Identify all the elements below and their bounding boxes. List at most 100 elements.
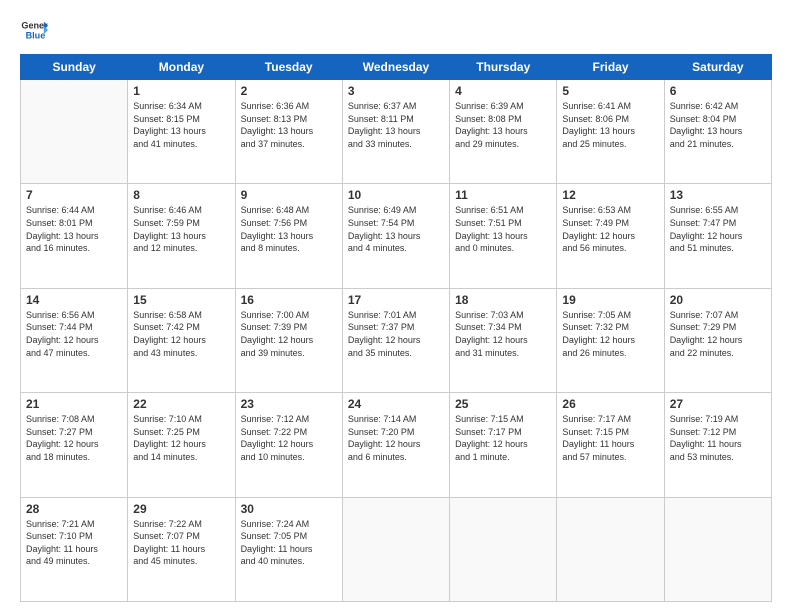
header: General Blue (20, 16, 772, 44)
day-number: 9 (241, 188, 337, 202)
day-info: Sunrise: 6:42 AM Sunset: 8:04 PM Dayligh… (670, 100, 766, 150)
calendar-cell: 6 Sunrise: 6:42 AM Sunset: 8:04 PM Daylig… (664, 80, 771, 184)
day-number: 1 (133, 84, 229, 98)
weekday-header: Wednesday (342, 55, 449, 80)
weekday-header: Monday (128, 55, 235, 80)
calendar-cell: 10 Sunrise: 6:49 AM Sunset: 7:54 PM Dayli… (342, 184, 449, 288)
calendar-cell: 20Sunrise: 7:07 AM Sunset: 7:29 PM Dayli… (664, 288, 771, 392)
calendar-cell: 24 Sunrise: 7:14 AM Sunset: 7:20 PM Dayli… (342, 393, 449, 497)
calendar-cell: 8 Sunrise: 6:46 AM Sunset: 7:59 PM Daylig… (128, 184, 235, 288)
day-info: Sunrise: 7:08 AM Sunset: 7:27 PM Dayligh… (26, 413, 122, 463)
day-info: Sunrise: 7:14 AM Sunset: 7:20 PM Dayligh… (348, 413, 444, 463)
day-info: Sunrise: 6:51 AM Sunset: 7:51 PM Dayligh… (455, 204, 551, 254)
calendar-cell: 2Sunrise: 6:36 AM Sunset: 8:13 PM Daylig… (235, 80, 342, 184)
calendar-week-row: 14 Sunrise: 6:56 AM Sunset: 7:44 PM Dayli… (21, 288, 772, 392)
day-info: Sunrise: 7:10 AM Sunset: 7:25 PM Dayligh… (133, 413, 229, 463)
calendar-cell: 29 Sunrise: 7:22 AM Sunset: 7:07 PM Dayli… (128, 497, 235, 601)
calendar-cell: 4 Sunrise: 6:39 AM Sunset: 8:08 PM Daylig… (450, 80, 557, 184)
day-info: Sunrise: 6:56 AM Sunset: 7:44 PM Dayligh… (26, 309, 122, 359)
day-number: 27 (670, 397, 766, 411)
calendar-cell: 26 Sunrise: 7:17 AM Sunset: 7:15 PM Dayli… (557, 393, 664, 497)
day-info: Sunrise: 6:37 AM Sunset: 8:11 PM Dayligh… (348, 100, 444, 150)
day-info: Sunrise: 6:48 AM Sunset: 7:56 PM Dayligh… (241, 204, 337, 254)
day-number: 18 (455, 293, 551, 307)
day-number: 2 (241, 84, 337, 98)
day-number: 13 (670, 188, 766, 202)
day-info: Sunrise: 6:53 AM Sunset: 7:49 PM Dayligh… (562, 204, 658, 254)
calendar-cell: 21 Sunrise: 7:08 AM Sunset: 7:27 PM Dayli… (21, 393, 128, 497)
day-info: Sunrise: 7:00 AM Sunset: 7:39 PM Dayligh… (241, 309, 337, 359)
day-info: Sunrise: 7:05 AM Sunset: 7:32 PM Dayligh… (562, 309, 658, 359)
weekday-header: Saturday (664, 55, 771, 80)
day-info: Sunrise: 6:41 AM Sunset: 8:06 PM Dayligh… (562, 100, 658, 150)
day-number: 22 (133, 397, 229, 411)
weekday-header: Friday (557, 55, 664, 80)
calendar-week-row: 21 Sunrise: 7:08 AM Sunset: 7:27 PM Dayli… (21, 393, 772, 497)
day-number: 20 (670, 293, 766, 307)
day-info: Sunrise: 7:21 AM Sunset: 7:10 PM Dayligh… (26, 518, 122, 568)
day-number: 4 (455, 84, 551, 98)
day-number: 11 (455, 188, 551, 202)
calendar-cell: 3 Sunrise: 6:37 AM Sunset: 8:11 PM Daylig… (342, 80, 449, 184)
day-info: Sunrise: 7:01 AM Sunset: 7:37 PM Dayligh… (348, 309, 444, 359)
calendar-cell: 15 Sunrise: 6:58 AM Sunset: 7:42 PM Dayli… (128, 288, 235, 392)
calendar-cell: 17 Sunrise: 7:01 AM Sunset: 7:37 PM Dayli… (342, 288, 449, 392)
calendar-cell: 5 Sunrise: 6:41 AM Sunset: 8:06 PM Daylig… (557, 80, 664, 184)
page: General Blue SundayMondayTuesdayWednesda… (0, 0, 792, 612)
day-number: 10 (348, 188, 444, 202)
weekday-header-row: SundayMondayTuesdayWednesdayThursdayFrid… (21, 55, 772, 80)
day-info: Sunrise: 6:39 AM Sunset: 8:08 PM Dayligh… (455, 100, 551, 150)
day-number: 24 (348, 397, 444, 411)
day-number: 5 (562, 84, 658, 98)
day-number: 12 (562, 188, 658, 202)
day-number: 30 (241, 502, 337, 516)
calendar-cell: 1 Sunrise: 6:34 AM Sunset: 8:15 PM Daylig… (128, 80, 235, 184)
weekday-header: Sunday (21, 55, 128, 80)
calendar-cell (557, 497, 664, 601)
weekday-header: Tuesday (235, 55, 342, 80)
calendar-week-row: 28 Sunrise: 7:21 AM Sunset: 7:10 PM Dayli… (21, 497, 772, 601)
calendar-cell: 9 Sunrise: 6:48 AM Sunset: 7:56 PM Daylig… (235, 184, 342, 288)
day-info: Sunrise: 7:22 AM Sunset: 7:07 PM Dayligh… (133, 518, 229, 568)
calendar-table: SundayMondayTuesdayWednesdayThursdayFrid… (20, 54, 772, 602)
day-number: 15 (133, 293, 229, 307)
day-number: 3 (348, 84, 444, 98)
day-info: Sunrise: 6:46 AM Sunset: 7:59 PM Dayligh… (133, 204, 229, 254)
day-number: 19 (562, 293, 658, 307)
calendar-cell: 23 Sunrise: 7:12 AM Sunset: 7:22 PM Dayli… (235, 393, 342, 497)
day-info: Sunrise: 7:12 AM Sunset: 7:22 PM Dayligh… (241, 413, 337, 463)
day-info: Sunrise: 6:55 AM Sunset: 7:47 PM Dayligh… (670, 204, 766, 254)
day-number: 28 (26, 502, 122, 516)
day-info: Sunrise: 6:58 AM Sunset: 7:42 PM Dayligh… (133, 309, 229, 359)
calendar-cell: 25Sunrise: 7:15 AM Sunset: 7:17 PM Dayli… (450, 393, 557, 497)
day-number: 23 (241, 397, 337, 411)
day-number: 17 (348, 293, 444, 307)
day-number: 21 (26, 397, 122, 411)
calendar-cell (664, 497, 771, 601)
day-info: Sunrise: 6:49 AM Sunset: 7:54 PM Dayligh… (348, 204, 444, 254)
calendar-week-row: 7Sunrise: 6:44 AM Sunset: 8:01 PM Daylig… (21, 184, 772, 288)
day-number: 14 (26, 293, 122, 307)
day-number: 8 (133, 188, 229, 202)
day-info: Sunrise: 6:34 AM Sunset: 8:15 PM Dayligh… (133, 100, 229, 150)
day-info: Sunrise: 7:03 AM Sunset: 7:34 PM Dayligh… (455, 309, 551, 359)
calendar-cell: 7Sunrise: 6:44 AM Sunset: 8:01 PM Daylig… (21, 184, 128, 288)
day-info: Sunrise: 7:15 AM Sunset: 7:17 PM Dayligh… (455, 413, 551, 463)
logo-icon: General Blue (20, 16, 48, 44)
calendar-cell: 19 Sunrise: 7:05 AM Sunset: 7:32 PM Dayli… (557, 288, 664, 392)
calendar-cell: 22 Sunrise: 7:10 AM Sunset: 7:25 PM Dayli… (128, 393, 235, 497)
weekday-header: Thursday (450, 55, 557, 80)
calendar-week-row: 1 Sunrise: 6:34 AM Sunset: 8:15 PM Daylig… (21, 80, 772, 184)
calendar-cell: 16Sunrise: 7:00 AM Sunset: 7:39 PM Dayli… (235, 288, 342, 392)
day-number: 6 (670, 84, 766, 98)
day-info: Sunrise: 7:17 AM Sunset: 7:15 PM Dayligh… (562, 413, 658, 463)
svg-text:Blue: Blue (26, 30, 46, 40)
day-number: 26 (562, 397, 658, 411)
calendar-cell (450, 497, 557, 601)
day-info: Sunrise: 7:19 AM Sunset: 7:12 PM Dayligh… (670, 413, 766, 463)
calendar-cell: 28 Sunrise: 7:21 AM Sunset: 7:10 PM Dayli… (21, 497, 128, 601)
day-info: Sunrise: 6:44 AM Sunset: 8:01 PM Dayligh… (26, 204, 122, 254)
calendar-cell (342, 497, 449, 601)
calendar-cell: 27 Sunrise: 7:19 AM Sunset: 7:12 PM Dayli… (664, 393, 771, 497)
day-number: 29 (133, 502, 229, 516)
